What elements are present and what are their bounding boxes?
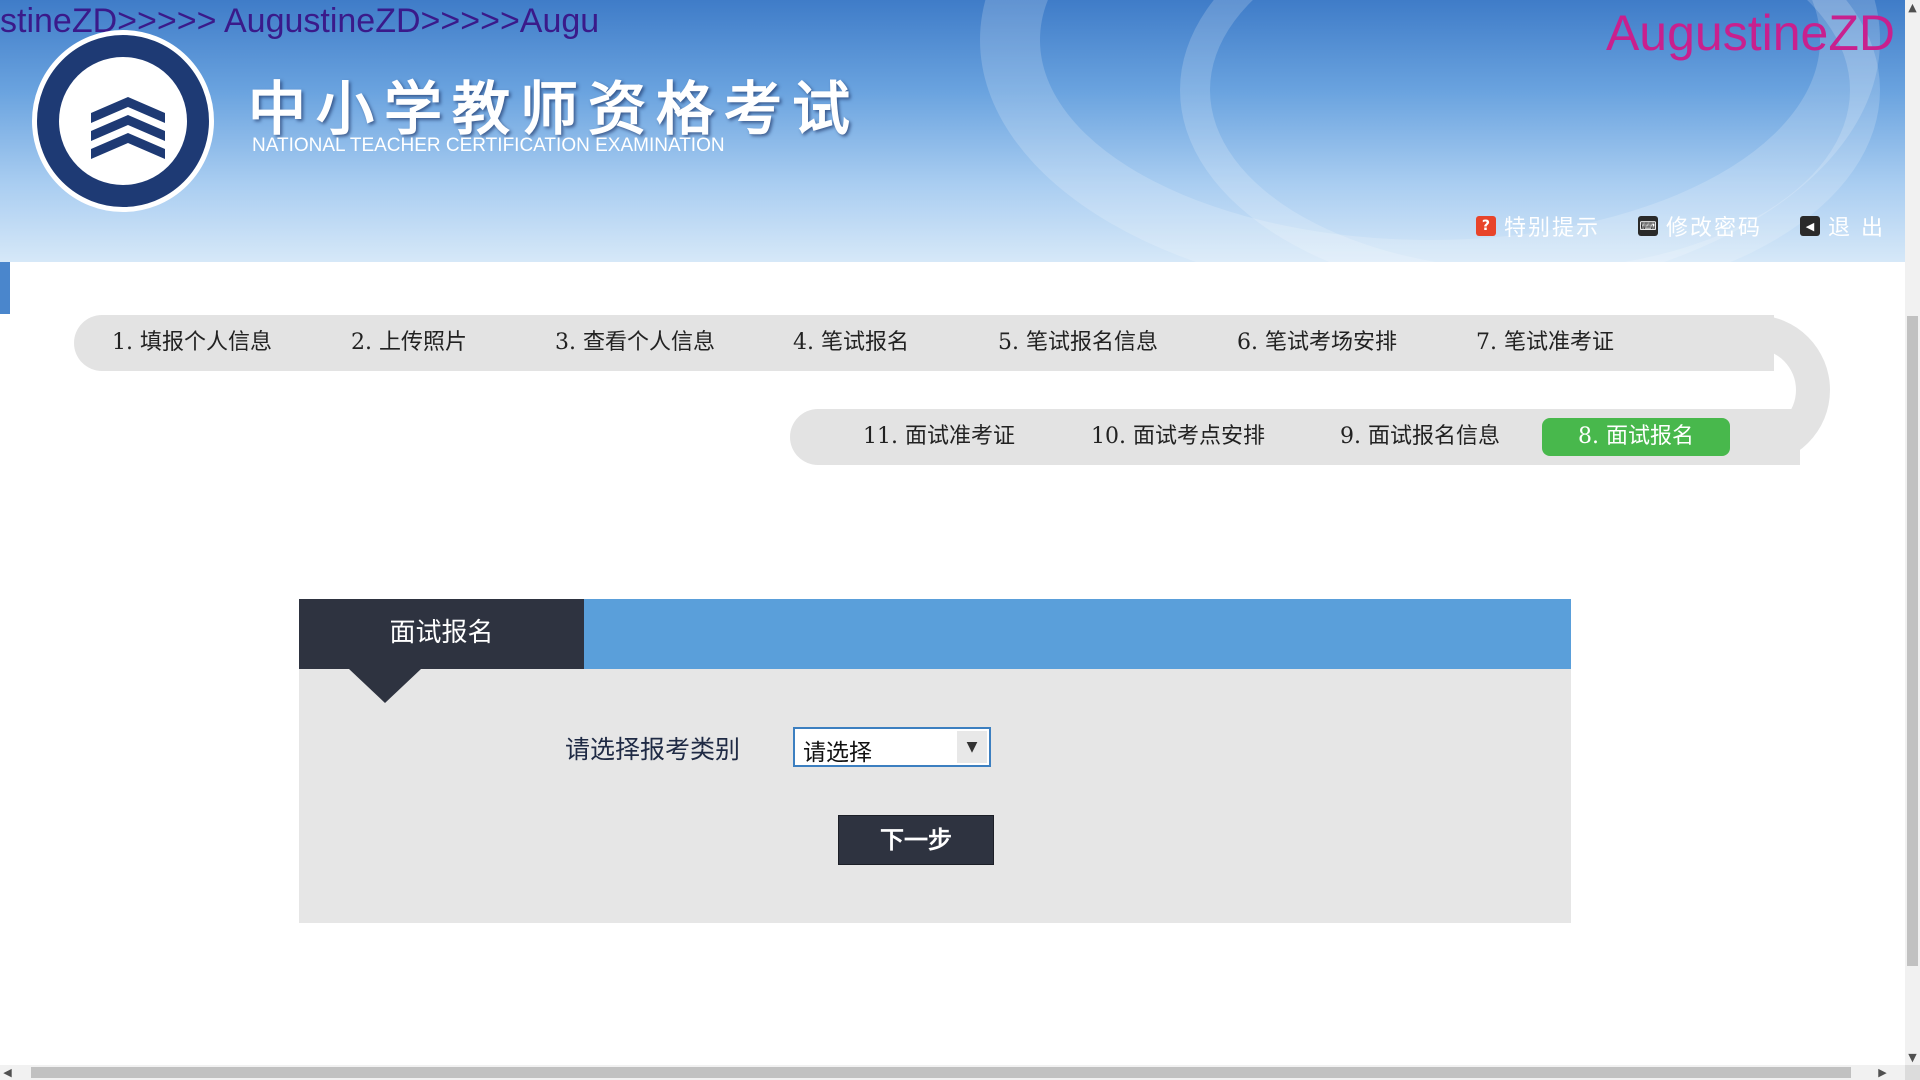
- exam-category-select[interactable]: 请选择 ▼: [793, 727, 991, 767]
- exam-category-label: 请选择报考类别: [565, 735, 741, 764]
- step-10-interview-site-arrangement[interactable]: 10. 面试考点安排: [1091, 409, 1265, 465]
- step-5-written-registration-info[interactable]: 5. 笔试报名信息: [998, 315, 1158, 371]
- change-password-label: 修改密码: [1665, 216, 1762, 241]
- step-2-upload-photo[interactable]: 2. 上传照片: [351, 315, 467, 371]
- change-password-link[interactable]: ⌨ 修改密码: [1637, 210, 1762, 242]
- exam-logo: [32, 30, 214, 212]
- key-icon: ⌨: [1637, 216, 1658, 236]
- side-accent: [0, 262, 10, 314]
- scroll-up-icon[interactable]: ▲: [1905, 0, 1920, 15]
- scroll-right-icon[interactable]: ▶: [1875, 1065, 1890, 1080]
- step-11-interview-admission-ticket[interactable]: 11. 面试准考证: [863, 409, 1015, 465]
- book-emblem-icon: [91, 97, 165, 159]
- panel-tab-pointer: [349, 669, 421, 703]
- brand-watermark: AugustineZD: [1605, 5, 1895, 61]
- step-4-written-registration[interactable]: 4. 笔试报名: [793, 315, 909, 371]
- scroll-left-icon[interactable]: ◀: [0, 1065, 15, 1080]
- exit-icon: ◀: [1800, 216, 1820, 236]
- question-icon: ?: [1475, 216, 1496, 236]
- horizontal-scroll-thumb[interactable]: [31, 1067, 1851, 1078]
- site-title: 中小学教师资格考试: [248, 75, 861, 143]
- step-1-fill-info[interactable]: 1. 填报个人信息: [112, 315, 272, 371]
- panel-title: 面试报名: [299, 599, 584, 669]
- chevron-down-icon[interactable]: ▼: [957, 731, 987, 763]
- top-links: ? 特别提示 ⌨ 修改密码 ◀ 退 出: [1475, 210, 1885, 242]
- interview-registration-panel: 面试报名 请选择报考类别 请选择 ▼ 下一步: [299, 599, 1571, 923]
- step-8-interview-registration[interactable]: 8. 面试报名: [1542, 418, 1730, 456]
- header-banner: stineZD>>>>> AugustineZD>>>>>Augu August…: [0, 0, 1905, 262]
- step-7-written-admission-ticket[interactable]: 7. 笔试准考证: [1476, 315, 1614, 371]
- vertical-scroll-thumb[interactable]: [1907, 316, 1918, 966]
- exam-category-value: 请选择: [803, 740, 872, 766]
- scrollbar-corner: [1905, 1065, 1920, 1080]
- special-notice-label: 特别提示: [1503, 216, 1600, 241]
- logout-link[interactable]: ◀ 退 出: [1800, 210, 1885, 242]
- scroll-down-icon[interactable]: ▼: [1905, 1050, 1920, 1065]
- special-notice-link[interactable]: ? 特别提示: [1475, 210, 1600, 242]
- next-step-button[interactable]: 下一步: [838, 815, 994, 865]
- horizontal-scrollbar[interactable]: ◀ ▶: [0, 1065, 1905, 1080]
- site-subtitle: NATIONAL TEACHER CERTIFICATION EXAMINATI…: [252, 135, 725, 156]
- step-6-written-exam-arrangement[interactable]: 6. 笔试考场安排: [1237, 315, 1397, 371]
- logout-label: 退 出: [1828, 216, 1885, 241]
- step-9-interview-registration-info[interactable]: 9. 面试报名信息: [1340, 409, 1500, 465]
- vertical-scrollbar[interactable]: ▲ ▼: [1905, 0, 1920, 1065]
- step-3-view-info[interactable]: 3. 查看个人信息: [555, 315, 715, 371]
